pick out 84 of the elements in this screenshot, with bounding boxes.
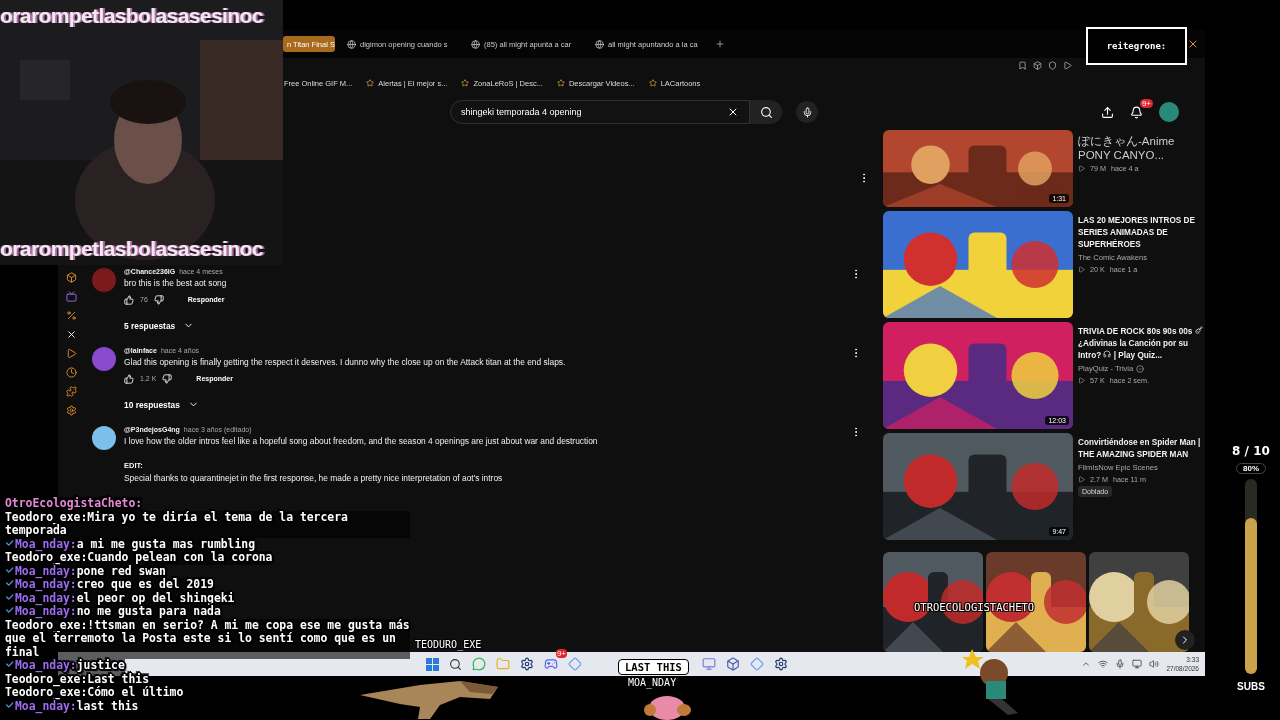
wifi-icon[interactable] [1098, 659, 1109, 669]
channel-name[interactable]: ぽにきゃん-Anime PONY CANYO... [1078, 134, 1203, 162]
star-icon [461, 79, 470, 87]
chat-message: OtroEcologistaCheto: [5, 497, 143, 511]
chat-message: Moa_nday:no me gusta para nada [5, 605, 221, 619]
chat-message: Teodoro_exe:Last this [5, 672, 150, 686]
star-icon [556, 79, 565, 87]
next-button[interactable] [1175, 630, 1195, 650]
chat-message: Moa_nday:justice [5, 659, 125, 673]
monitor-icon[interactable] [1132, 659, 1143, 669]
monitor-icon[interactable] [702, 657, 716, 671]
clock-icon[interactable] [65, 367, 77, 378]
goal-count: 8 / 10 [1232, 444, 1270, 458]
bell-icon[interactable] [1130, 105, 1143, 119]
plus-icon[interactable] [715, 39, 725, 49]
volume-icon[interactable] [1149, 659, 1160, 669]
close-icon[interactable] [727, 106, 739, 118]
settings-icon[interactable] [65, 405, 77, 416]
video-title[interactable]: Convirtiéndose en Spider Man | THE AMAZING SPIDER MAN [1078, 437, 1203, 461]
replies-toggle[interactable]: 5 respuestas [124, 320, 850, 331]
headphones-icon [1103, 350, 1112, 358]
gamepad-icon[interactable] [544, 657, 558, 671]
comment-text: Glad this opening is finally getting the respect it deserves. I dunno why the close up on the Attack titan at the end slaps. [124, 357, 567, 367]
chat-message: Moa_nday:creo que es del 2019 [5, 578, 214, 592]
close-icon[interactable] [1187, 38, 1199, 50]
gear-icon[interactable] [774, 657, 788, 671]
percent-icon[interactable] [65, 310, 77, 321]
video-title[interactable]: LAS 20 MEJORES INTROS DE SERIES ANIMADAS DE SUPERHÉROES [1078, 215, 1203, 251]
viewer-name: MOA_NDAY [628, 677, 677, 688]
mic-icon[interactable] [1115, 659, 1126, 669]
thumbs-up-icon[interactable] [124, 294, 134, 305]
avatar [92, 268, 116, 292]
thumbs-up-icon[interactable] [124, 373, 134, 384]
play-icon [1078, 377, 1085, 384]
bookmark-icon[interactable] [1018, 60, 1027, 70]
comment-text: I love how the older intros feel like a hopeful song about freedom, and the season 4 openings are just about war and destruction [124, 436, 599, 446]
app-badge: 9+ [555, 649, 567, 658]
tv-icon[interactable] [65, 291, 77, 302]
gear-icon[interactable] [520, 657, 534, 671]
avatar [92, 347, 116, 371]
viewer-name: TEODURO_EXE [415, 639, 482, 650]
play-icon [1078, 476, 1085, 483]
play-icon [1078, 266, 1085, 273]
play-icon[interactable] [1063, 60, 1072, 70]
thumbs-down-icon[interactable] [162, 373, 173, 384]
speech-bubble: LAST THIS [618, 659, 689, 675]
comment-text: Special thanks to quarantinejet in the first response, he made a pretty nice interpretation of aot's intros [124, 473, 504, 483]
x-icon[interactable] [65, 329, 77, 340]
thumbs-down-icon[interactable] [153, 294, 164, 305]
shield-icon[interactable] [1048, 60, 1057, 70]
banner-text: orarompetlasbolasasesinoc [0, 4, 264, 28]
chat-message: Teodoro_exe:Cuando pelean con la corona [5, 551, 273, 565]
chat-message: Moa_nday:pone red swan [5, 564, 166, 578]
notification-count: 9+ [1139, 98, 1153, 108]
chat-message: Moa_nday:last this [5, 699, 139, 713]
comment-text: bro this is the best aot song [124, 278, 228, 288]
banner-text: orarompetlasbolasasesinoc [0, 237, 264, 261]
star-icon [648, 79, 657, 87]
chat-message: Teodoro_exe:Cómo el último [5, 686, 184, 700]
play-icon [1078, 165, 1085, 172]
puzzle-icon[interactable] [65, 386, 77, 397]
star-icon [366, 79, 375, 87]
video-title[interactable]: TRIVIA DE ROCK 80s 90s 00s ¿Adivinas la Canción por su Intro? | Play Quiz... [1078, 326, 1203, 362]
verified-icon [1136, 365, 1145, 373]
replies-toggle[interactable]: 10 respuestas [124, 399, 850, 410]
globe-icon [347, 39, 356, 49]
search-button[interactable] [750, 100, 782, 124]
play-icon[interactable] [65, 348, 77, 359]
avatar[interactable] [1159, 102, 1179, 122]
search-icon[interactable] [449, 657, 462, 671]
search-icon [759, 105, 773, 119]
globe-icon [471, 39, 480, 49]
grid-icon[interactable] [426, 657, 439, 671]
guitar-icon [1194, 326, 1203, 334]
streamer-name: reitegrone: [1086, 27, 1187, 65]
mic-icon [801, 106, 813, 118]
upload-icon[interactable] [1101, 105, 1114, 119]
avatar [92, 426, 116, 450]
globe-icon [595, 39, 604, 49]
search-field[interactable]: shingeki temporada 4 opening [450, 100, 750, 124]
chat-message: Moa_nday:a mi me gusta mas rumbling [5, 537, 256, 551]
mic-button[interactable] [796, 101, 818, 123]
goal-label: SUBS [1237, 681, 1265, 692]
chevron-up-icon[interactable] [1081, 659, 1092, 669]
